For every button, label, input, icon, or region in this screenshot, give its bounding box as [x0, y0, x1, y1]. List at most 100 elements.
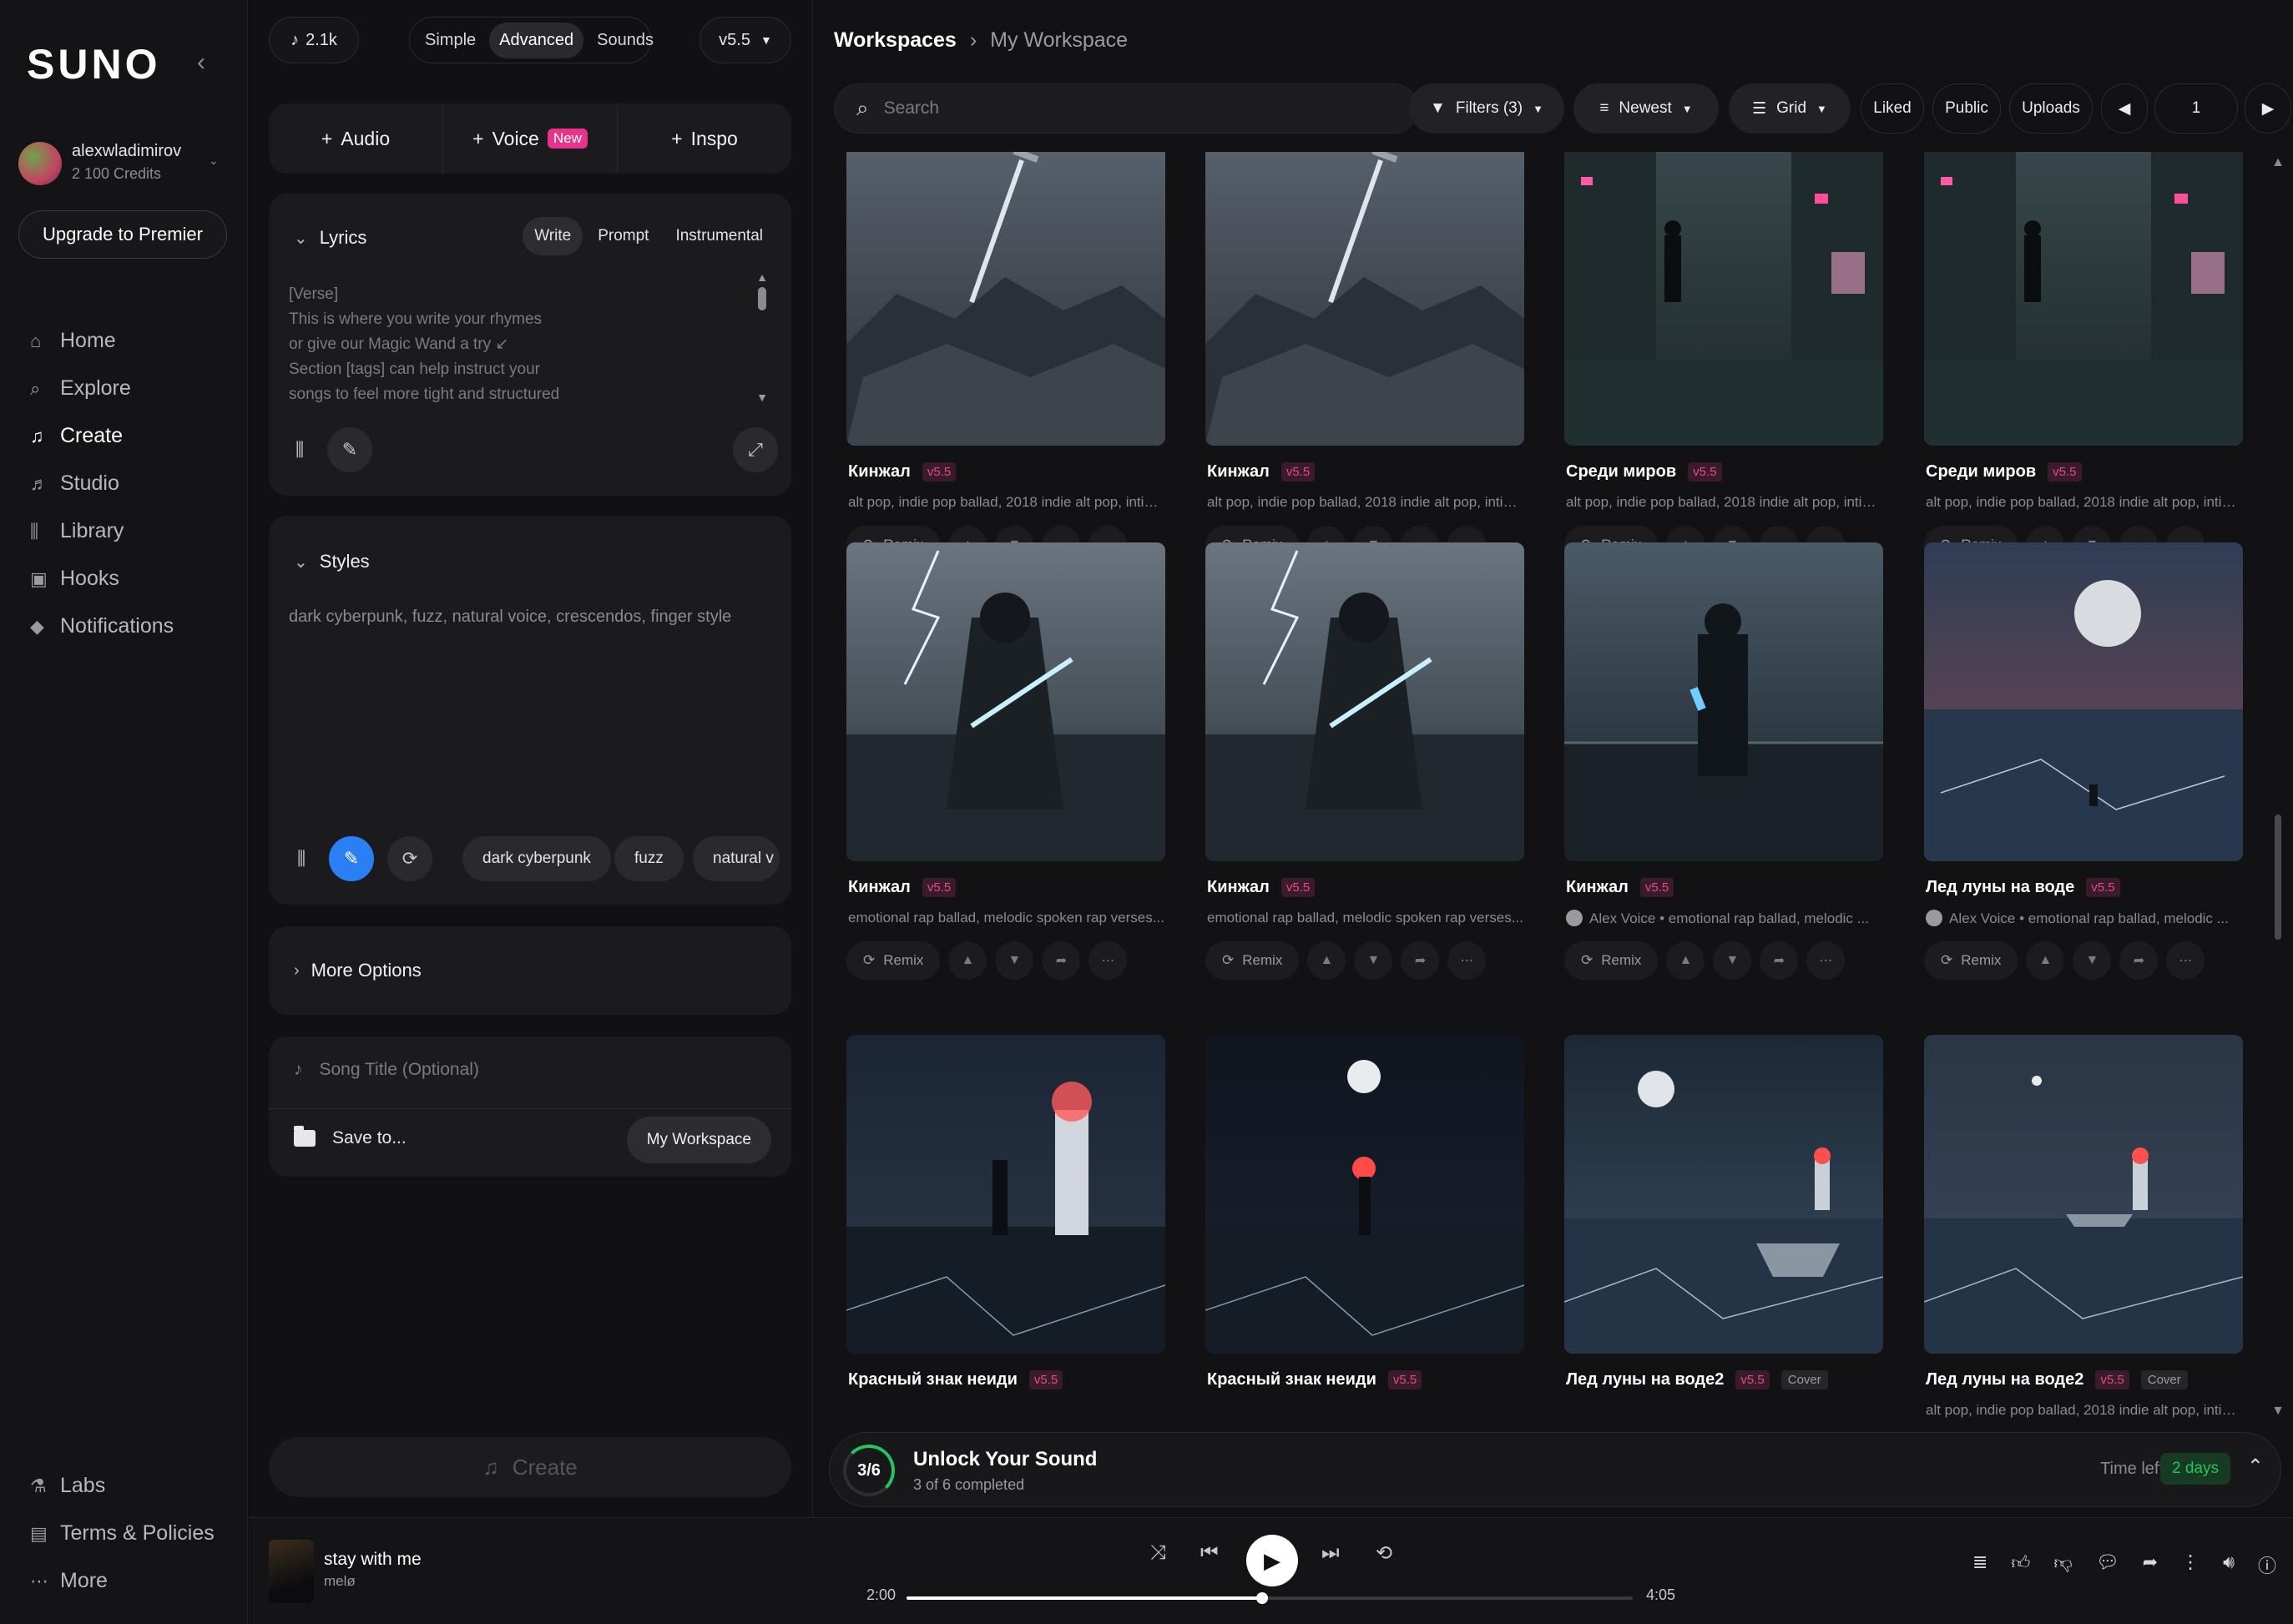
- song-title[interactable]: Лед луны на воде2: [1566, 1370, 1724, 1389]
- styles-toggle[interactable]: ⌄ Styles: [294, 551, 370, 572]
- share-icon[interactable]: ➦: [2143, 1551, 2158, 1578]
- collapse-sidebar-icon[interactable]: ‹: [197, 48, 205, 77]
- more-icon[interactable]: ⋯: [2166, 941, 2205, 980]
- nav-item-studio[interactable]: ♬ Studio: [30, 460, 174, 507]
- mode-advanced[interactable]: Advanced: [489, 22, 584, 58]
- prev-page-icon[interactable]: ◀: [2101, 83, 2148, 134]
- remix-button[interactable]: ⟳ Remix: [846, 941, 941, 980]
- thumbs-up-icon[interactable]: 👍︎: [2011, 1551, 2030, 1578]
- share-icon[interactable]: ➦: [1760, 941, 1799, 980]
- unlock-banner[interactable]: 3/6 Unlock Your Sound 3 of 6 completed T…: [829, 1432, 2281, 1507]
- song-cover-image[interactable]: [846, 152, 1165, 446]
- song-title[interactable]: Кинжал: [1566, 878, 1629, 897]
- now-playing-artwork[interactable]: [269, 1540, 314, 1603]
- library-icon[interactable]: ⫼: [279, 836, 324, 881]
- voice-name[interactable]: Alex Voice: [1949, 910, 2015, 926]
- lyrics-scrollbar[interactable]: [758, 287, 766, 310]
- lyrics-toggle[interactable]: ⌄ Lyrics: [294, 227, 366, 249]
- more-icon[interactable]: ⋯: [1088, 941, 1128, 980]
- remix-button[interactable]: ⟳ Remix: [1924, 941, 2018, 980]
- queue-icon[interactable]: ≣: [1972, 1551, 1987, 1578]
- grid-scrollbar[interactable]: [2275, 815, 2281, 940]
- song-title-field[interactable]: ♪ Song Title (Optional): [294, 1060, 479, 1080]
- thumbs-up-icon[interactable]: ▲: [1666, 941, 1705, 980]
- magic-wand-icon[interactable]: ✎: [327, 427, 372, 472]
- now-playing-title[interactable]: stay with me: [324, 1550, 422, 1570]
- nav-item-library[interactable]: ⫼ Library: [30, 507, 174, 555]
- library-icon[interactable]: ⫼: [277, 427, 322, 472]
- create-button[interactable]: ♫ Create: [269, 1437, 791, 1497]
- song-cover-image[interactable]: [846, 1035, 1165, 1354]
- now-playing-artist[interactable]: melø: [324, 1573, 356, 1590]
- song-title[interactable]: Кинжал: [1207, 462, 1270, 482]
- song-card[interactable]: Кинжал v5.5 alt pop, indie pop ballad, 201…: [1205, 152, 1524, 564]
- save-to-row[interactable]: Save to...: [294, 1126, 407, 1148]
- suno-logo[interactable]: SUNO: [27, 40, 160, 88]
- style-chip[interactable]: fuzz: [614, 836, 684, 881]
- tab-prompt[interactable]: Prompt: [586, 217, 660, 255]
- page-number[interactable]: 1: [2154, 83, 2238, 134]
- add-voice-button[interactable]: + Voice New: [443, 103, 618, 174]
- refresh-icon[interactable]: ⟳: [387, 836, 432, 881]
- remix-button[interactable]: ⟳ Remix: [1564, 941, 1659, 980]
- comment-icon[interactable]: 💬︎: [2096, 1551, 2119, 1578]
- remix-button[interactable]: ⟳ Remix: [1205, 941, 1300, 980]
- workspace-select-button[interactable]: My Workspace: [626, 1117, 771, 1163]
- song-cover-image[interactable]: [1205, 542, 1524, 861]
- nav-item-home[interactable]: ⌂ Home: [30, 317, 174, 365]
- expand-icon[interactable]: ⤢: [733, 427, 778, 472]
- song-title[interactable]: Кинжал: [1207, 878, 1270, 897]
- nav-item-hooks[interactable]: ▣ Hooks: [30, 555, 174, 603]
- search-input[interactable]: [883, 98, 1351, 119]
- share-icon[interactable]: ➦: [1042, 941, 1081, 980]
- previous-icon[interactable]: ⏮: [1200, 1541, 1219, 1565]
- nav-item-create[interactable]: ♫ Create: [30, 412, 174, 460]
- repeat-icon[interactable]: ⟲: [1376, 1541, 1392, 1566]
- song-cover-image[interactable]: [1205, 1035, 1524, 1354]
- progress-slider[interactable]: [907, 1592, 1633, 1604]
- nav-item-terms[interactable]: ▤ Terms & Policies: [30, 1510, 215, 1557]
- more-options-toggle[interactable]: › More Options: [294, 960, 422, 981]
- tab-instrumental[interactable]: Instrumental: [664, 217, 775, 255]
- next-page-icon[interactable]: ▶: [2245, 83, 2291, 134]
- styles-input[interactable]: dark cyberpunk, fuzz, natural voice, cre…: [289, 608, 731, 627]
- thumbs-down-icon[interactable]: ▼: [1354, 941, 1393, 980]
- share-icon[interactable]: ➦: [1401, 941, 1440, 980]
- song-card[interactable]: Кинжал v5.5 Alex Voice • emotional rap bal…: [1564, 542, 1883, 980]
- style-chip[interactable]: natural v: [693, 836, 780, 881]
- song-card[interactable]: Красный знак неиди v5.5: [1205, 1035, 1524, 1389]
- mode-simple[interactable]: Simple: [415, 23, 486, 58]
- thumbs-up-icon[interactable]: ▲: [2026, 941, 2065, 980]
- nav-item-notifications[interactable]: ◆ Notifications: [30, 603, 174, 650]
- view-button[interactable]: ☰ Grid ▼: [1729, 83, 1851, 134]
- nav-item-explore[interactable]: ⌕ Explore: [30, 365, 174, 412]
- nav-item-labs[interactable]: ⚗ Labs: [30, 1462, 215, 1510]
- song-card[interactable]: Кинжал v5.5 emotional rap ballad, melodic …: [1205, 542, 1524, 980]
- add-inspo-button[interactable]: + Inspo: [618, 103, 791, 174]
- add-audio-button[interactable]: + Audio: [269, 103, 443, 174]
- song-card[interactable]: Кинжал v5.5 alt pop, indie pop ballad, 201…: [846, 152, 1165, 564]
- song-cover-image[interactable]: [1924, 152, 2243, 446]
- shuffle-icon[interactable]: ⤨: [1150, 1541, 1166, 1565]
- song-cover-image[interactable]: [1924, 542, 2243, 861]
- thumbs-down-icon[interactable]: ▼: [1713, 941, 1752, 980]
- song-title[interactable]: Кинжал: [848, 462, 911, 482]
- thumbs-up-icon[interactable]: ▲: [1307, 941, 1346, 980]
- tab-write[interactable]: Write: [523, 217, 583, 255]
- upgrade-button[interactable]: Upgrade to Premier: [18, 210, 227, 259]
- style-chip[interactable]: dark cyberpunk: [462, 836, 611, 881]
- scroll-down-icon[interactable]: ▼: [2271, 1404, 2285, 1419]
- more-icon[interactable]: ⋯: [1447, 941, 1487, 980]
- progress-knob[interactable]: [1256, 1592, 1269, 1604]
- song-card[interactable]: Среди миров v5.5 alt pop, indie pop ballad…: [1564, 152, 1883, 564]
- song-card[interactable]: Среди миров v5.5 alt pop, indie pop ballad…: [1924, 152, 2243, 564]
- nav-item-more[interactable]: ⋯ More: [30, 1557, 215, 1605]
- breadcrumb-workspaces[interactable]: Workspaces: [834, 28, 957, 53]
- public-filter[interactable]: Public: [1932, 83, 2001, 134]
- song-card[interactable]: Лед луны на воде v5.5 Alex Voice • emotion…: [1924, 542, 2243, 980]
- song-card[interactable]: Лед луны на воде2 v5.5 Cover alt pop, indie…: [1924, 1035, 2243, 1418]
- song-title[interactable]: Красный знак неиди: [848, 1370, 1018, 1389]
- song-title[interactable]: Среди миров: [1566, 462, 1676, 482]
- song-title[interactable]: Кинжал: [848, 878, 911, 897]
- share-icon[interactable]: ➦: [2119, 941, 2159, 980]
